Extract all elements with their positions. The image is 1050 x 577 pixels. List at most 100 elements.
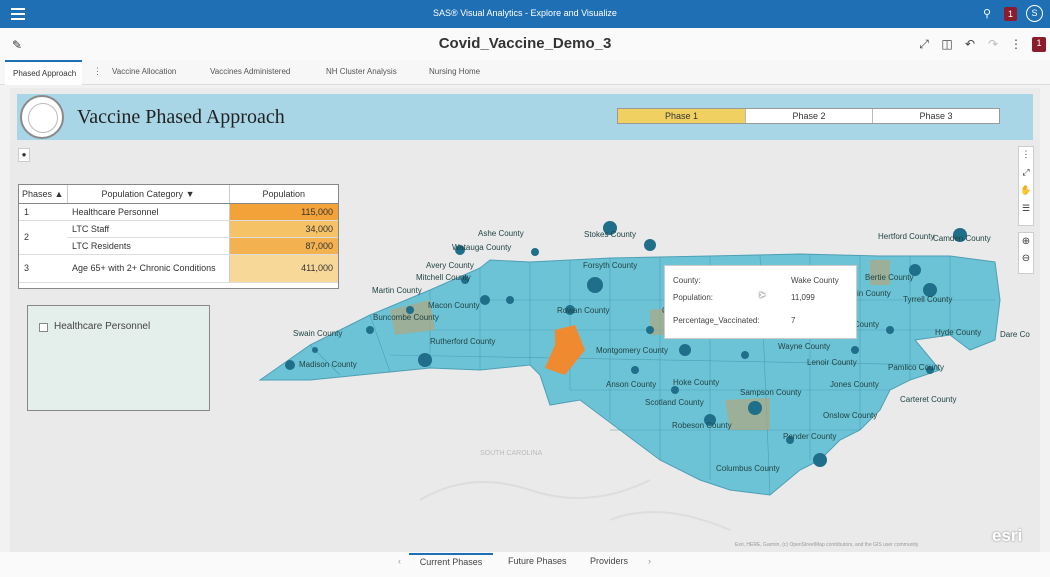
map-pan-icon[interactable]: ✋ — [1020, 185, 1031, 196]
report-toolbar: ⤢ ◫ ↶ ↷ ⋮ 1 — [917, 37, 1046, 52]
user-avatar[interactable]: S — [1026, 5, 1043, 22]
svg-text:Dare Co: Dare Co — [1000, 330, 1030, 339]
tab-current-phases[interactable]: Current Phases — [409, 553, 493, 567]
zoom-in-icon[interactable]: ⊕ — [1022, 236, 1030, 247]
svg-text:Columbus County: Columbus County — [716, 464, 780, 473]
svg-text:Bertie County: Bertie County — [865, 273, 913, 282]
map-more-icon[interactable]: ⋮ — [1022, 149, 1031, 160]
table-row[interactable]: LTC Residents 87,000 — [19, 237, 338, 255]
svg-text:Macon County: Macon County — [428, 301, 480, 310]
layout-icon[interactable]: ◫ — [940, 37, 954, 52]
table-row[interactable]: 1 Healthcare Personnel 115,000 — [19, 203, 338, 221]
svg-text:Pamlico County: Pamlico County — [888, 363, 944, 372]
tooltip-pct-value: 7 — [791, 316, 796, 325]
expand-icon[interactable]: ⤢ — [917, 37, 931, 52]
svg-text:Montgomery County: Montgomery County — [596, 346, 668, 355]
population-table: Phases ▲ Population Category ▼ Populatio… — [18, 184, 339, 289]
svg-text:Madison County: Madison County — [299, 360, 357, 369]
svg-text:Avery County: Avery County — [426, 261, 474, 270]
healthcare-personnel-checkbox[interactable] — [39, 323, 48, 332]
search-icon[interactable]: ⚲ — [983, 7, 991, 20]
phase-1-button[interactable]: Phase 1 — [618, 109, 745, 123]
table-row[interactable]: 2 LTC Staff 34,000 — [19, 220, 338, 255]
tab-nursing-home[interactable]: Nursing Home — [429, 67, 480, 76]
notification-badge[interactable]: 1 — [1004, 7, 1017, 21]
prev-tab-icon[interactable]: ‹ — [398, 556, 401, 566]
phase-2-button[interactable]: Phase 2 — [745, 109, 872, 123]
tab-nh-cluster-analysis[interactable]: NH Cluster Analysis — [326, 67, 397, 76]
bottom-tabs: ‹ Current Phases Future Phases Providers… — [0, 552, 1050, 577]
state-seal-logo — [20, 95, 64, 139]
population-cell: 115,000 — [228, 203, 338, 221]
map-expand-icon[interactable]: ⤢ — [1022, 167, 1029, 178]
column-population[interactable]: Population — [229, 185, 338, 204]
svg-text:Pender County: Pender County — [783, 432, 836, 441]
svg-text:Carteret County: Carteret County — [900, 395, 956, 404]
svg-text:Jones County: Jones County — [830, 380, 879, 389]
svg-text:Buncombe County: Buncombe County — [373, 313, 439, 322]
svg-text:Scotland County: Scotland County — [645, 398, 704, 407]
svg-text:Mitchell County: Mitchell County — [416, 273, 471, 282]
report-tabs: Phased Approach ⋮ Vaccine Allocation Vac… — [0, 60, 1050, 85]
column-phases[interactable]: Phases ▲ — [19, 185, 68, 204]
tab-vaccine-allocation[interactable]: Vaccine Allocation — [112, 67, 176, 76]
app-title: SAS® Visual Analytics - Explore and Visu… — [433, 8, 617, 18]
category-cell: LTC Staff — [67, 220, 229, 238]
svg-text:Forsyth County: Forsyth County — [583, 261, 637, 270]
phase-cell: 1 — [19, 203, 67, 221]
tab-providers[interactable]: Providers — [590, 556, 628, 566]
map-layers-icon[interactable]: ☰ — [1022, 203, 1030, 214]
svg-text:Onslow County: Onslow County — [823, 411, 877, 420]
svg-text:Stokes County: Stokes County — [584, 230, 636, 239]
svg-text:Lenoir County: Lenoir County — [807, 358, 857, 367]
svg-text:Ashe County: Ashe County — [478, 229, 524, 238]
svg-text:Swain County: Swain County — [293, 329, 342, 338]
tooltip-population-label: Population: — [673, 293, 714, 302]
legend-panel: Healthcare Personnel — [27, 305, 210, 411]
tab-phased-approach[interactable]: Phased Approach — [5, 60, 83, 85]
undo-icon[interactable]: ↶ — [963, 37, 977, 52]
svg-text:Camden County: Camden County — [933, 234, 991, 243]
population-cell: 411,000 — [228, 254, 338, 283]
report-titlebar: ✎ Covid_Vaccine_Demo_3 ⤢ ◫ ↶ ↷ ⋮ 1 — [0, 28, 1050, 60]
phase-3-button[interactable]: Phase 3 — [872, 109, 999, 123]
svg-text:SOUTH CAROLINA: SOUTH CAROLINA — [480, 450, 543, 457]
tab-menu-icon[interactable]: ⋮ — [93, 66, 102, 77]
more-options-icon[interactable]: ⋮ — [1009, 37, 1023, 52]
tab-vaccines-administered[interactable]: Vaccines Administered — [210, 67, 290, 76]
esri-logo: esri — [992, 526, 1023, 545]
column-population-category[interactable]: Population Category ▼ — [67, 185, 230, 204]
map-toolbar: ⋮ ⤢ ✋ ☰ — [1018, 146, 1034, 226]
svg-text:Watauga County: Watauga County — [452, 243, 511, 252]
category-cell: Age 65+ with 2+ Chronic Conditions — [67, 254, 229, 283]
tooltip-county-value: Wake County — [791, 276, 839, 285]
svg-text:Martin County: Martin County — [372, 286, 422, 295]
county-tooltip: County: Wake County Population: 11,099 P… — [664, 265, 857, 339]
map-zoom-controls: ⊕ ⊖ — [1018, 232, 1034, 274]
map-attribution: Esri, HERE, Garmin, (c) OpenStreetMap co… — [735, 542, 919, 548]
category-cell: LTC Residents — [67, 237, 229, 255]
zoom-out-icon[interactable]: ⊖ — [1022, 253, 1030, 264]
mouse-cursor-icon: ➤ — [758, 290, 767, 301]
svg-text:Hertford County: Hertford County — [878, 232, 934, 241]
report-badge[interactable]: 1 — [1032, 37, 1046, 52]
report-title: Covid_Vaccine_Demo_3 — [438, 35, 612, 52]
redo-icon[interactable]: ↷ — [986, 37, 1000, 52]
next-tab-icon[interactable]: › — [648, 556, 651, 566]
svg-text:Hyde County: Hyde County — [935, 328, 981, 337]
report-canvas: Vaccine Phased Approach Phase 1 Phase 2 … — [10, 88, 1040, 552]
tooltip-county-label: County: — [673, 276, 701, 285]
map-pin-icon[interactable]: ● — [18, 148, 30, 162]
svg-text:Wayne County: Wayne County — [778, 342, 830, 351]
tab-future-phases[interactable]: Future Phases — [508, 556, 567, 566]
svg-text:Hoke County: Hoke County — [673, 378, 719, 387]
population-cell: 87,000 — [228, 237, 338, 255]
svg-text:Robeson County: Robeson County — [672, 421, 732, 430]
population-cell: 34,000 — [228, 220, 338, 238]
phase-cell: 2 — [19, 220, 67, 255]
category-cell: Healthcare Personnel — [67, 203, 229, 221]
svg-text:Sampson County: Sampson County — [740, 388, 801, 397]
svg-text:Rutherford County: Rutherford County — [430, 337, 495, 346]
table-row[interactable]: 3 Age 65+ with 2+ Chronic Conditions 411… — [19, 254, 338, 283]
app-header: SAS® Visual Analytics - Explore and Visu… — [0, 0, 1050, 28]
